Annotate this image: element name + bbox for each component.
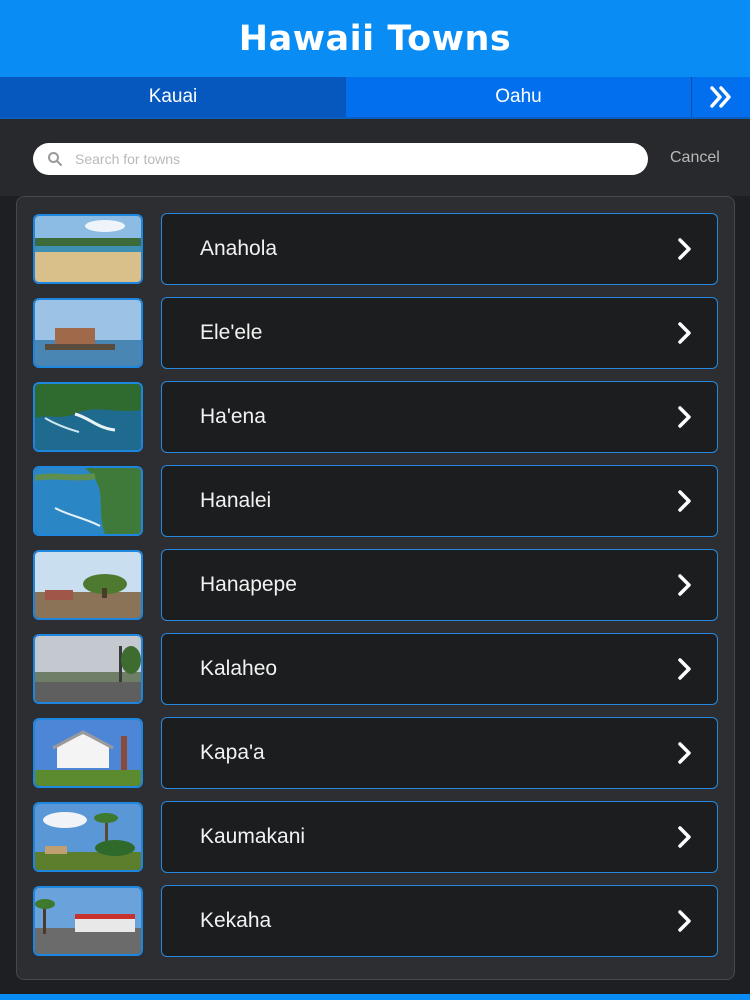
search-bar: Cancel [0,119,750,196]
chevron-right-icon [678,658,691,680]
chevron-right-icon [678,910,691,932]
town-button[interactable]: Anahola [161,213,718,285]
town-button[interactable]: Kaumakani [161,801,718,873]
app-header: Hawaii Towns [0,0,750,77]
search-field[interactable] [33,143,648,175]
list-item: Ele'ele [33,297,718,369]
town-thumbnail[interactable] [33,550,143,620]
chevron-right-icon [678,490,691,512]
list-item: Kekaha [33,885,718,957]
town-thumbnail[interactable] [33,298,143,368]
double-chevron-right-icon [710,86,731,108]
town-thumbnail[interactable] [33,382,143,452]
town-name: Kekaha [200,909,272,932]
list-item: Kapa'a [33,717,718,789]
town-name: Hanalei [200,489,272,512]
town-thumbnail[interactable] [33,802,143,872]
town-button[interactable]: Kapa'a [161,717,718,789]
town-thumbnail[interactable] [33,214,143,284]
town-button[interactable]: Kalaheo [161,633,718,705]
town-button[interactable]: Hanapepe [161,549,718,621]
chevron-right-icon [678,406,691,428]
town-thumbnail[interactable] [33,718,143,788]
list-item: Kalaheo [33,633,718,705]
list-item: Kaumakani [33,801,718,873]
tab-kauai-label: Kauai [148,86,198,107]
list-item: Hanapepe [33,549,718,621]
list-item: Hanalei [33,465,718,537]
chevron-right-icon [678,826,691,848]
cancel-button[interactable]: Cancel [670,149,720,167]
list-item: Anahola [33,213,718,285]
town-name: Kapa'a [200,741,265,764]
town-thumbnail[interactable] [33,886,143,956]
chevron-right-icon [678,238,691,260]
bottom-bar [0,994,750,1000]
chevron-right-icon [678,574,691,596]
next-tabs-button[interactable] [691,77,750,117]
island-tab-bar: Kauai Oahu [0,77,750,119]
town-name: Ele'ele [200,321,263,344]
town-button[interactable]: Hanalei [161,465,718,537]
town-button[interactable]: Kekaha [161,885,718,957]
town-name: Hanapepe [200,573,297,596]
chevron-right-icon [678,322,691,344]
page-title: Hawaii Towns [238,18,512,59]
town-name: Anahola [200,237,278,260]
town-thumbnail[interactable] [33,466,143,536]
search-icon [48,152,62,166]
tab-oahu-label: Oahu [495,86,542,107]
chevron-right-icon [678,742,691,764]
town-list: Anahola Ele'ele Ha'ena Hanalei Hanapepe … [16,196,735,980]
town-button[interactable]: Ha'ena [161,381,718,453]
tab-oahu[interactable]: Oahu [346,77,691,117]
town-name: Kaumakani [200,825,306,848]
town-name: Kalaheo [200,657,278,680]
tab-kauai[interactable]: Kauai [0,77,346,117]
town-name: Ha'ena [200,405,266,428]
town-thumbnail[interactable] [33,634,143,704]
list-item: Ha'ena [33,381,718,453]
search-input[interactable] [75,151,615,167]
town-button[interactable]: Ele'ele [161,297,718,369]
